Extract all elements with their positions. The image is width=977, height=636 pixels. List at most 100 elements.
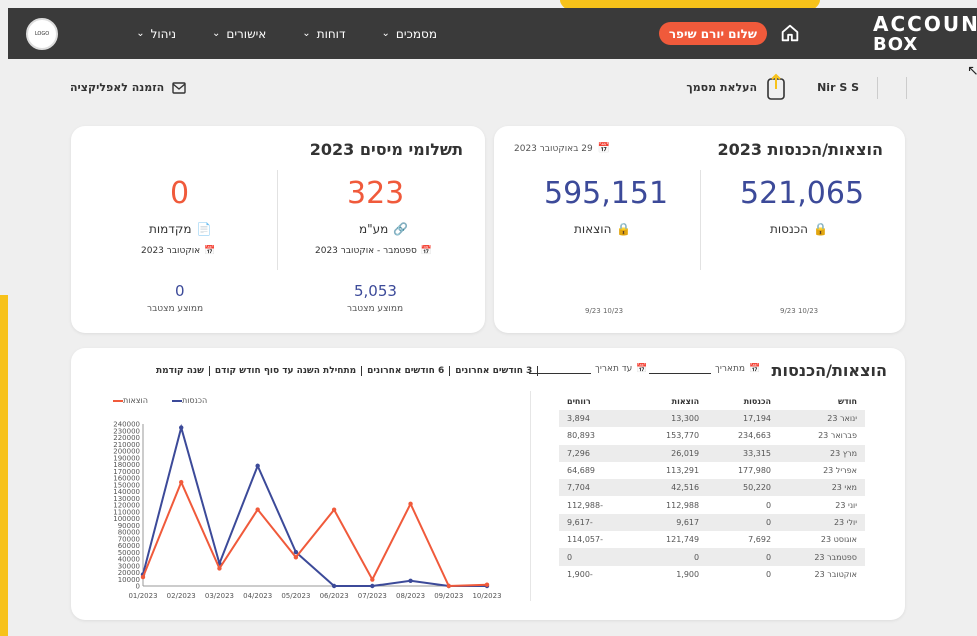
brand-line2: BOX <box>873 34 919 55</box>
main-nav: מסמכים ⌄ דוחות ⌄ אישורים ⌄ ניהול ⌄ <box>100 8 437 59</box>
lock-icon: 🔒 <box>812 222 828 236</box>
table-cell: 42,516 <box>635 479 708 497</box>
table-cell: 0 <box>765 569 772 579</box>
x-tick-label: 10/2023 <box>472 592 501 600</box>
table-cell: אוגוסט 23 <box>820 535 857 545</box>
legend-income-label: הכנסות <box>181 396 208 405</box>
from-date-input[interactable] <box>649 364 711 374</box>
table-cell: 0 <box>707 548 780 566</box>
x-tick-label: 05/2023 <box>281 592 310 600</box>
range-3-months[interactable]: 3 חודשים אחרונים <box>449 366 539 376</box>
user-name[interactable]: Nir S S <box>817 81 859 94</box>
table-cell: 9,617 <box>635 513 708 532</box>
advances-avg-label: ממוצע מצטבר <box>147 304 204 314</box>
nav-label: מסמכים <box>395 26 437 41</box>
table-cell: ספטמבר 23 <box>779 548 865 566</box>
table-row: ינואר 23 17,194 13,300 3,894 <box>559 410 865 428</box>
income-expense-table: חודש הכנסות הוצאות רווחים ינואר 23 17,194… <box>559 393 865 583</box>
chevron-down-icon: ⌄ <box>381 28 390 39</box>
range-previous-year[interactable]: שנה קודמת <box>151 366 209 376</box>
expense-series-point <box>446 583 451 589</box>
expense-series-point <box>217 566 222 571</box>
table-header: רווחים <box>567 397 591 406</box>
nav-reports[interactable]: דוחות ⌄ <box>302 8 345 59</box>
income-series-point <box>255 463 260 469</box>
decor-strip <box>0 295 8 636</box>
home-icon[interactable] <box>779 22 801 44</box>
to-date-input[interactable] <box>529 364 591 374</box>
table-cell: 50,220 <box>707 479 780 497</box>
vat-period: 📅 ספטמבר - אוקטובר 2023 <box>315 246 432 256</box>
expense-label-text: הוצאות <box>574 222 612 236</box>
advances-label: 📄 מקדמות <box>149 222 211 236</box>
lock-icon: 🔒 <box>616 222 632 236</box>
brand-logo[interactable]: ACCOUNT BOX <box>873 12 977 56</box>
invite-app-button[interactable]: הזמנה לאפליקציה <box>70 81 186 94</box>
nav-label: דוחות <box>316 26 346 41</box>
advances-avg-value: 0 <box>175 282 185 300</box>
x-tick-label: 04/2023 <box>243 592 272 600</box>
nav-label: אישורים <box>226 26 267 41</box>
table-cell: 26,019 <box>635 444 708 462</box>
nav-label: ניהול <box>150 26 176 41</box>
calendar-icon: 📅 <box>597 143 611 154</box>
vat-label-text: מע"מ <box>359 222 389 236</box>
income-series-point <box>293 549 299 555</box>
table-cell: 17,194 <box>707 410 780 428</box>
chevron-down-icon: ⌄ <box>136 28 145 39</box>
table-cell: יולי 23 <box>779 513 865 532</box>
company-logo[interactable]: LOGO <box>26 18 58 50</box>
link-icon: 🔗 <box>393 222 409 236</box>
income-series-point <box>408 578 413 584</box>
mail-icon <box>172 81 186 94</box>
nav-management[interactable]: ניהול ⌄ <box>136 8 176 59</box>
legend-expense-label: הוצאות <box>123 396 148 405</box>
table-row: אוגוסט 23 7,692 121,749 -114,057 <box>559 531 865 548</box>
table-cell: 7,692 <box>748 535 772 545</box>
income-label-text: הכנסות <box>770 222 808 236</box>
range-ytd[interactable]: מתחילת השנה עד סוף חודש קודם <box>208 366 361 376</box>
from-date-filter[interactable]: 📅 מתאריך <box>649 364 760 374</box>
card-title: תשלומי מיסים 2023 <box>309 140 463 159</box>
table-cell: 0 <box>635 548 708 566</box>
nav-documents[interactable]: מסמכים ⌄ <box>382 8 437 59</box>
table-row: יולי 23 0 9,617 -9,617 <box>559 513 865 532</box>
upload-icon <box>767 73 785 100</box>
calendar-icon: 📅 <box>748 364 761 374</box>
chevron-down-icon: ⌄ <box>302 28 311 39</box>
date-text: 29 באוקטובר 2023 <box>514 143 593 154</box>
to-date-filter[interactable]: 📅 עד תאריך <box>529 364 647 374</box>
document-icon: 📄 <box>196 222 212 236</box>
expense-series-point <box>255 507 260 512</box>
date-tag: 📅 29 באוקטובר 2023 <box>514 143 610 154</box>
upload-document-button[interactable]: העלאת מסמך <box>686 73 787 101</box>
table-cell: 3,894 <box>559 410 636 428</box>
advances-period: 📅 אוקטובר 2023 <box>141 246 215 256</box>
table-cell: 7,704 <box>559 479 636 497</box>
range-6-months[interactable]: 6 חודשים אחרונים <box>361 366 449 376</box>
legend-income: הכנסות <box>168 396 207 405</box>
table-cell: 113,291 <box>666 466 700 476</box>
table-cell: -1,900 <box>567 569 593 579</box>
greeting-badge: שלום יורם שיפר <box>658 22 767 45</box>
x-tick-label: 03/2023 <box>205 592 234 600</box>
tax-payments-card: תשלומי מיסים 2023 323 🔗 מע"מ 📅 ספטמבר - … <box>71 126 485 333</box>
invite-label: הזמנה לאפליקציה <box>70 81 165 94</box>
expense-series-point <box>293 555 299 560</box>
expense-series-point <box>484 582 490 587</box>
vat-value: 323 <box>347 176 405 211</box>
table-cell: פברואר 23 <box>818 431 857 441</box>
calendar-icon: 📅 <box>420 246 433 256</box>
table-header: חודש <box>837 397 857 406</box>
table-row: יוני 23 0 112,988 -112,988 <box>559 496 865 513</box>
expense-series-point <box>331 507 337 512</box>
income-series-point <box>370 583 375 589</box>
table-cell: 7,296 <box>559 444 636 462</box>
nav-approvals[interactable]: אישורים ⌄ <box>212 8 266 59</box>
avatar[interactable] <box>877 77 907 99</box>
table-cell: 234,663 <box>737 431 772 441</box>
table-cell: 0 <box>765 500 772 510</box>
card-title: הוצאות/הכנסות 2023 <box>717 140 883 159</box>
expense-series-point <box>408 501 413 507</box>
income-series-line <box>142 423 487 587</box>
